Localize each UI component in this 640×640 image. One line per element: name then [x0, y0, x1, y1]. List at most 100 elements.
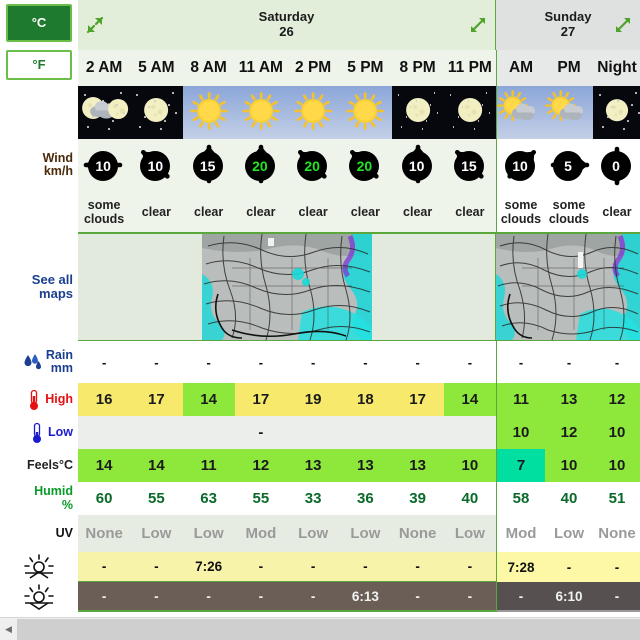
- day-date-sunday: 27: [560, 24, 576, 39]
- low-temp-cell: -: [258, 424, 264, 441]
- high-temp-row: High 16 17 14 17 19 18 17 14 11 13 12: [0, 383, 640, 416]
- rain-cell: -: [206, 354, 211, 370]
- sun-icon: [339, 86, 391, 139]
- unit-fahrenheit-cell: °F: [0, 50, 78, 86]
- humidity-cell: 40: [560, 490, 578, 507]
- saturday-weather-map[interactable]: [202, 233, 372, 341]
- feels-temp-cell: 14: [130, 449, 183, 482]
- saturday-rain: - - - - - - - -: [78, 341, 497, 383]
- sunrise-cell: 7:28: [507, 559, 535, 575]
- wind-badge: 5: [547, 143, 591, 187]
- rain-unit-text: mm: [50, 361, 73, 375]
- sunday-high: 11 13 12: [497, 383, 640, 416]
- wind-cell: 20: [339, 139, 391, 191]
- wind-badge: 10: [82, 143, 126, 187]
- rain-cell: -: [154, 354, 159, 370]
- humidity-cell: 39: [409, 490, 426, 507]
- expand-arrows-icon-sunday[interactable]: [614, 16, 632, 34]
- wind-speed-value: 10: [147, 158, 164, 174]
- feels-temp-cell: 7: [497, 449, 545, 482]
- wind-badge: 20: [343, 143, 387, 187]
- uv-row: UV None Low Low Mod Low Low None Low Mod…: [0, 515, 640, 552]
- humidity-cell: 63: [200, 490, 217, 507]
- rain-cell: -: [310, 354, 316, 370]
- day-date-saturday: 26: [279, 24, 294, 39]
- sunday-weather-map[interactable]: [496, 233, 640, 341]
- saturday-sunrise: - - 7:26 - - - - -: [78, 552, 497, 582]
- rain-cell: -: [566, 354, 572, 370]
- wind-cell: 15: [444, 139, 496, 191]
- day-header-saturday[interactable]: Saturday 26: [78, 0, 496, 50]
- fahrenheit-button[interactable]: °F: [6, 50, 72, 80]
- time-cell: 2 AM: [85, 59, 123, 76]
- humidity-cell: 60: [95, 490, 113, 507]
- wind-badge: 10: [499, 143, 543, 187]
- feels-temp-cell: 13: [391, 449, 444, 482]
- sunday-maps: [496, 233, 640, 341]
- condition-cell: clear: [194, 204, 224, 219]
- condition-row: some clouds clear clear clear clear clea…: [0, 191, 640, 233]
- wind-speed-bubble: 10: [88, 151, 119, 181]
- sunset-row-label: [0, 582, 78, 612]
- expand-arrows-icon-saturday[interactable]: [469, 16, 487, 34]
- wind-speed-value: 15: [199, 158, 216, 174]
- condition-cell: clear: [298, 204, 328, 219]
- sunset-cell: -: [415, 588, 420, 604]
- low-row-label: Low: [0, 416, 78, 449]
- time-cell: 11 AM: [238, 59, 283, 76]
- scroll-left-arrow-icon[interactable]: ◀: [0, 618, 17, 640]
- collapse-arrows-icon[interactable]: [86, 16, 104, 34]
- high-temp-cell: 17: [130, 383, 183, 416]
- low-temp-cell: [287, 416, 339, 449]
- sun-icon: [183, 86, 235, 139]
- wind-speed-bubble: 15: [192, 151, 223, 181]
- sky-icon-row: [0, 86, 640, 139]
- see-all-maps-link[interactable]: See all maps: [0, 233, 78, 341]
- day-name-sunday: Sunday: [544, 9, 592, 25]
- sunday-rain: - - -: [497, 341, 640, 383]
- wind-badge: 10: [396, 143, 440, 187]
- uv-cell: Low: [350, 525, 381, 542]
- condition-row-label: [0, 191, 78, 233]
- stars-decoration: [593, 86, 640, 139]
- uv-cell: Low: [298, 525, 329, 542]
- uv-row-label: UV: [0, 515, 78, 552]
- time-cell: AM: [508, 59, 534, 76]
- low-temp-cell: [392, 416, 444, 449]
- day-header-sunday[interactable]: Sunday 27: [496, 0, 640, 50]
- saturday-sky-icons: [78, 86, 497, 139]
- low-temp-cell: 10: [497, 416, 545, 449]
- humidity-cell: 55: [252, 490, 270, 507]
- high-label-text: High: [45, 391, 73, 406]
- high-temp-cell: 11: [497, 383, 545, 416]
- time-cell: 11 PM: [447, 59, 492, 76]
- low-temp-cell: [78, 416, 130, 449]
- celsius-button[interactable]: °C: [6, 4, 72, 42]
- low-label-text: Low: [48, 424, 73, 439]
- saturday-humidity: 60 55 63 55 33 36 39 40: [78, 482, 497, 515]
- sunday-sunrise: 7:28 - -: [497, 552, 640, 582]
- wind-speed-bubble: 20: [297, 151, 328, 181]
- humidity-cell: 51: [608, 490, 626, 507]
- condition-cell: clear: [246, 204, 276, 219]
- raindrops-icon: [23, 352, 43, 372]
- wind-speed-value: 15: [461, 158, 477, 174]
- wind-speed-value: 10: [408, 158, 425, 174]
- humidity-cell: 40: [461, 490, 479, 507]
- wind-speed-bubble: 10: [401, 151, 432, 181]
- moon-icon: [130, 86, 182, 139]
- condition-cell: clear: [141, 204, 171, 219]
- humidity-row: Humid % 60 55 63 55 33 36 39 40 58 40 51: [0, 482, 640, 515]
- sunrise-icon: [22, 554, 56, 580]
- sunset-cell: -: [206, 588, 211, 604]
- sky-icon-cell: [287, 86, 340, 139]
- low-temp-cell: [130, 416, 182, 449]
- feels-temp-cell: 12: [234, 449, 287, 482]
- high-temp-cell: 18: [339, 383, 392, 416]
- scrollbar-track[interactable]: [17, 618, 640, 640]
- uv-cell: Low: [554, 525, 584, 542]
- horizontal-scrollbar[interactable]: ◀: [0, 617, 640, 640]
- sunday-wind: 10 5 0: [497, 139, 640, 191]
- feels-temp-cell: 13: [339, 449, 392, 482]
- sunrise-cell: -: [614, 559, 620, 575]
